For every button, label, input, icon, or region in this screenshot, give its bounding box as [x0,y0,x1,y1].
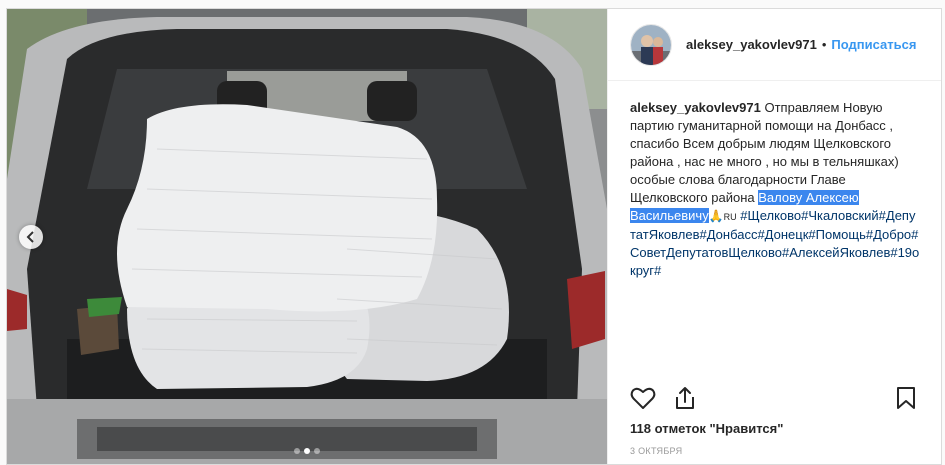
likes-count[interactable]: 118 отметок "Нравится" [630,421,783,436]
header-username[interactable]: aleksey_yakovlev971 [686,37,817,52]
avatar[interactable] [630,23,672,66]
car-trunk-photo [7,9,607,464]
avatar-image [631,24,671,65]
share-icon[interactable] [672,385,698,411]
heart-icon[interactable] [630,385,656,411]
carousel-prev-button[interactable] [19,225,43,249]
bookmark-icon[interactable] [893,385,919,411]
instagram-post: aleksey_yakovlev971 • Подписаться alekse… [6,8,942,465]
header-separator: • [821,37,827,52]
carousel-dot [314,448,320,454]
follow-button[interactable]: Подписаться [831,37,916,52]
carousel-dots [7,448,607,454]
post-photo [7,9,607,464]
carousel-dot-active [304,448,310,454]
pray-emoji: 🙏 [708,209,724,223]
chevron-left-icon [26,231,34,243]
caption-username[interactable]: aleksey_yakovlev971 [630,100,761,115]
emoji-suffix: RU [723,212,737,222]
post-date[interactable]: 3 ОКТЯБРЯ [630,446,682,456]
post-caption: aleksey_yakovlev971 Отправляем Новую пар… [630,99,920,280]
post-header: aleksey_yakovlev971 • Подписаться [608,9,941,81]
post-actions [630,383,919,413]
post-side-panel: aleksey_yakovlev971 • Подписаться alekse… [607,9,941,464]
carousel-dot [294,448,300,454]
